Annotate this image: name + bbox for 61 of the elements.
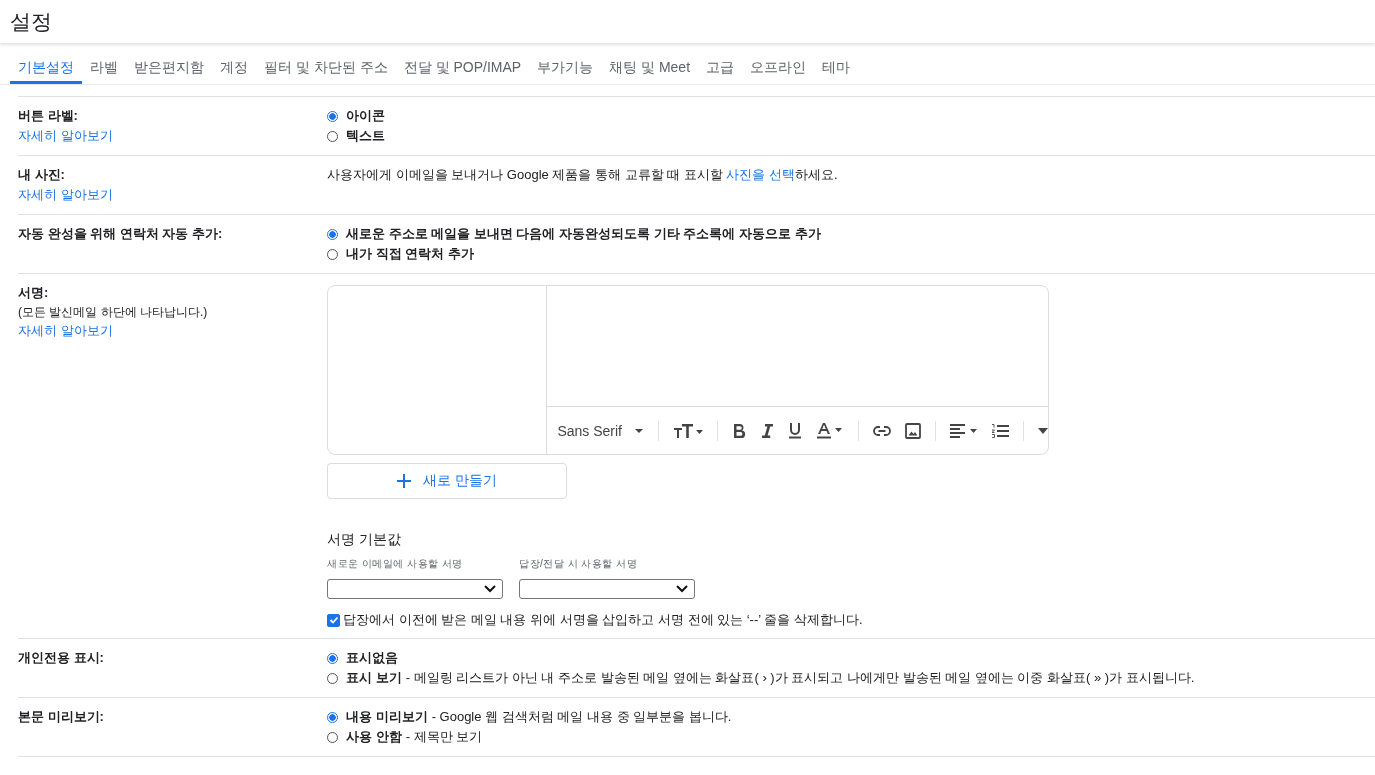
settings-tab[interactable]: 계정 <box>212 44 256 84</box>
numbered-list-icon[interactable] <box>992 423 1009 438</box>
option-label: 텍스트 <box>346 127 385 145</box>
bold-icon[interactable] <box>732 422 746 439</box>
dropdown-label: 답장/전달 시 사용할 서명 <box>519 557 639 571</box>
settings-tab[interactable]: 기본설정 <box>10 44 82 84</box>
photo-description: 사용자에게 이메일을 보내거나 Google 제품을 통해 교류할 때 표시할 사진을 선택하세요. <box>327 166 838 184</box>
radio-button[interactable] <box>327 228 338 240</box>
settings-tab[interactable]: 테마 <box>814 44 859 84</box>
setting-label: 서명: <box>18 284 50 302</box>
chevron-down-icon <box>676 585 688 593</box>
checkbox[interactable] <box>327 613 340 627</box>
radio-button[interactable] <box>327 652 338 664</box>
setting-note: (모든 발신메일 하단에 나타납니다.) <box>18 304 209 321</box>
font-dropdown[interactable]: Sans Serif <box>557 422 644 439</box>
settings-tab[interactable]: 라벨 <box>82 44 126 84</box>
settings-tab[interactable]: 필터 및 차단된 주소 <box>256 44 396 84</box>
align-icon[interactable] <box>950 423 978 438</box>
settings-tab[interactable]: 고급 <box>698 44 743 84</box>
option-label: 내가 직접 연락처 추가 <box>346 245 474 263</box>
choose-photo-link[interactable]: 사진을 선택 <box>726 167 796 182</box>
setting-label: 본문 미리보기: <box>18 708 105 726</box>
settings-tab[interactable]: 채팅 및 Meet <box>601 44 699 84</box>
option-description: - Google 웹 검색처럼 메일 내용 중 일부분을 봅니다. <box>431 708 732 726</box>
settings-tab[interactable]: 오프라인 <box>742 44 815 84</box>
text-size-icon[interactable] <box>673 422 703 439</box>
chevron-down-icon <box>484 585 496 593</box>
page-title: 설정 <box>10 8 52 35</box>
settings-tab[interactable]: 부가기능 <box>529 44 602 84</box>
option-description: - 메일링 리스트가 아닌 내 주소로 발송된 메일 옆에는 화살표( › )가 표시되고 나에게만 발송된 메일 옆에는 이중 화살표( » )가 표시됩니다. <box>405 669 1195 687</box>
option-label: 새로운 주소로 메일을 보내면 다음에 자동완성되도록 기타 주소록에 자동으로 추가 <box>346 225 821 243</box>
option-label: 표시 보기 <box>346 669 402 687</box>
setting-label: 내 사진: <box>18 166 66 184</box>
setting-label: 자동 완성을 위해 연락처 자동 추가: <box>18 225 224 243</box>
option-label: 아이콘 <box>346 107 385 125</box>
create-new-button[interactable]: 새로 만들기 <box>327 463 567 499</box>
option-label: 내용 미리보기 <box>346 708 428 726</box>
checkbox-label: 답장에서 이전에 받은 메일 내용 위에 서명을 삽입하고 서명 전에 있는 ‘--’ 줄을 삭제합니다. <box>343 611 863 629</box>
option-label: 표시없음 <box>346 649 398 667</box>
learn-more-link[interactable]: 자세히 알아보기 <box>18 185 113 205</box>
settings-tab[interactable]: 전달 및 POP/IMAP <box>395 44 530 84</box>
option-description: - 제목만 보기 <box>405 728 483 746</box>
signature-select[interactable] <box>327 579 503 599</box>
dropdown-label: 새로운 이메일에 사용할 서명 <box>327 557 464 571</box>
plus-icon <box>397 474 412 488</box>
more-options-icon[interactable] <box>1038 427 1048 434</box>
text-color-icon[interactable] <box>816 422 844 439</box>
setting-label: 버튼 라벨: <box>18 107 79 125</box>
link-icon[interactable] <box>873 425 891 436</box>
setting-label: 개인전용 표시: <box>18 649 105 667</box>
italic-icon[interactable] <box>760 422 774 439</box>
radio-button[interactable] <box>327 110 338 122</box>
signature-select[interactable] <box>519 579 695 599</box>
section-heading: 서명 기본값 <box>327 531 402 549</box>
image-icon[interactable] <box>905 422 921 439</box>
radio-button[interactable] <box>327 711 338 723</box>
option-label: 사용 안함 <box>346 728 402 746</box>
settings-tab[interactable]: 받은편지함 <box>126 44 212 84</box>
learn-more-link[interactable]: 자세히 알아보기 <box>18 126 113 146</box>
underline-icon[interactable] <box>788 422 802 439</box>
learn-more-link[interactable]: 자세히 알아보기 <box>18 321 113 341</box>
